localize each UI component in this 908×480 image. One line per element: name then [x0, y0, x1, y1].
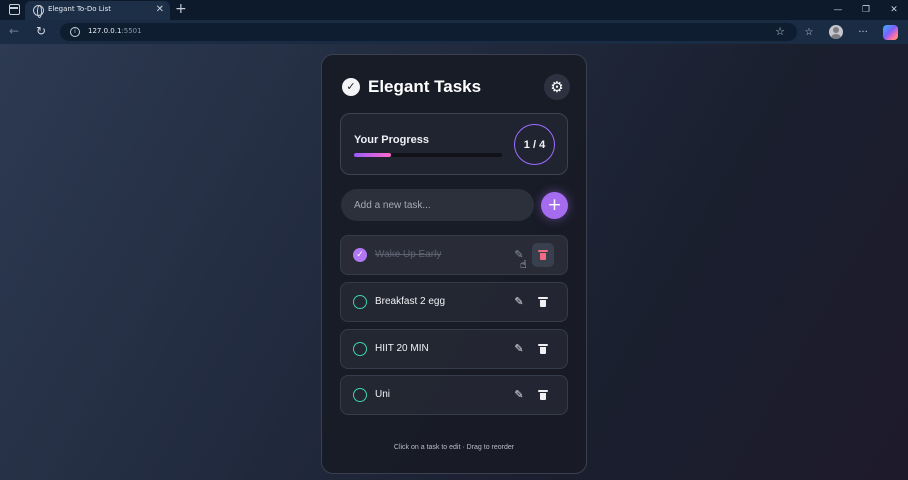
new-task-input[interactable]: [341, 189, 534, 221]
task-text[interactable]: HIIT 20 MIN: [375, 343, 429, 354]
check-circle-icon: ✓: [342, 78, 360, 96]
refresh-icon[interactable]: ↻: [36, 23, 46, 39]
trash-icon: [538, 297, 548, 307]
delete-trash-icon[interactable]: [532, 243, 554, 267]
progress-counter: 1 / 4: [514, 124, 555, 165]
progress-label: Your Progress: [354, 134, 429, 146]
progress-bar: [354, 153, 502, 157]
task-item[interactable]: Breakfast 2 egg ✎: [340, 282, 568, 322]
star-icon[interactable]: ☆: [775, 25, 785, 39]
app-title: Elegant Tasks: [368, 77, 482, 96]
delete-trash-icon[interactable]: [535, 341, 551, 357]
trash-icon: [538, 250, 548, 260]
browser-tab[interactable]: Elegant To-Do List ✕: [25, 1, 170, 20]
info-icon[interactable]: i: [70, 27, 80, 37]
todo-card: ✓ Elegant Tasks ⚙ Your Progress 1 / 4 + …: [321, 54, 587, 474]
url-text: 127.0.0.1:5501: [88, 27, 142, 35]
profile-button[interactable]: [827, 23, 845, 41]
task-item[interactable]: HIIT 20 MIN ✎: [340, 329, 568, 369]
copilot-icon: [882, 24, 898, 40]
task-checkbox[interactable]: [353, 388, 367, 402]
task-item[interactable]: ✓ Wake Up Early ✎: [340, 235, 568, 275]
url-host: 127.0.0.1: [88, 27, 122, 35]
settings-gear-icon[interactable]: ⚙: [544, 74, 570, 100]
task-text[interactable]: Uni: [375, 389, 390, 400]
task-checkbox[interactable]: [353, 295, 367, 309]
new-tab-button[interactable]: +: [175, 1, 187, 17]
globe-icon: [33, 5, 44, 18]
edit-pencil-icon[interactable]: ✎: [511, 387, 527, 403]
window-controls: — ❐ ✕: [824, 0, 908, 20]
task-item[interactable]: Uni ✎: [340, 375, 568, 415]
minimize-button[interactable]: —: [824, 0, 852, 20]
toolbar-right: ☆ ···: [800, 22, 899, 42]
close-window-button[interactable]: ✕: [880, 0, 908, 20]
copilot-button[interactable]: [881, 23, 899, 41]
window-menu-icon[interactable]: [9, 4, 20, 15]
task-checkbox[interactable]: [353, 342, 367, 356]
edit-pencil-icon[interactable]: ✎: [511, 341, 527, 357]
browser-toolbar: ← ↻ i 127.0.0.1:5501 ☆ ☆ ···: [0, 20, 908, 44]
task-text[interactable]: Wake Up Early: [375, 249, 441, 260]
progress-bar-fill: [354, 153, 391, 157]
task-checkbox-checked[interactable]: ✓: [353, 248, 367, 262]
tab-close-icon[interactable]: ✕: [156, 4, 164, 16]
url-port: :5501: [121, 27, 142, 35]
address-bar[interactable]: i 127.0.0.1:5501 ☆: [60, 23, 797, 41]
edit-pencil-icon[interactable]: ✎: [511, 294, 527, 310]
delete-trash-icon[interactable]: [535, 387, 551, 403]
trash-icon: [538, 344, 548, 354]
maximize-button[interactable]: ❐: [852, 0, 880, 20]
page-background: ✓ Elegant Tasks ⚙ Your Progress 1 / 4 + …: [0, 44, 908, 480]
add-task-button[interactable]: +: [541, 192, 568, 219]
hand-cursor-icon: ☝: [520, 258, 527, 271]
delete-trash-icon[interactable]: [535, 294, 551, 310]
more-icon[interactable]: ···: [854, 23, 872, 41]
progress-panel: Your Progress 1 / 4: [340, 113, 568, 175]
trash-icon: [538, 390, 548, 400]
tab-title: Elegant To-Do List: [48, 5, 111, 13]
browser-tab-bar: Elegant To-Do List ✕ + — ❐ ✕: [0, 0, 908, 20]
collections-icon[interactable]: ☆: [800, 23, 818, 41]
back-icon[interactable]: ←: [9, 24, 19, 38]
profile-icon: [829, 25, 843, 39]
task-text[interactable]: Breakfast 2 egg: [375, 296, 445, 307]
footer-hint: Click on a task to edit · Drag to reorde…: [393, 444, 515, 451]
